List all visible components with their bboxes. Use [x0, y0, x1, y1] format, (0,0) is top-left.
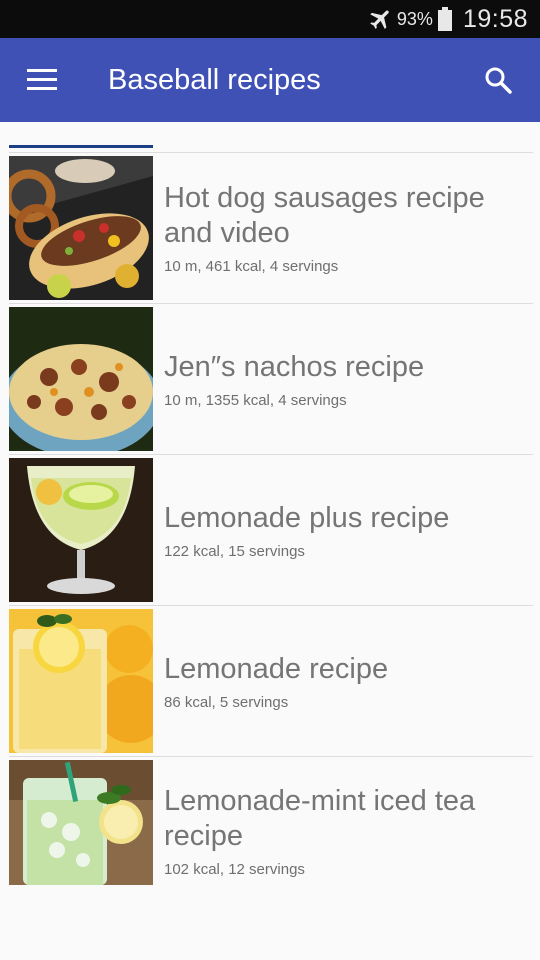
- recipe-title: Lemonade plus recipe: [164, 501, 450, 534]
- partial-thumbnail: [9, 145, 153, 148]
- app-title: Baseball recipes: [108, 63, 321, 96]
- recipe-title: Hot dog sausages recipe and video: [164, 182, 485, 249]
- search-button[interactable]: [456, 38, 540, 122]
- list-item[interactable]: Lemonade recipe 86 kcal, 5 servings: [9, 606, 533, 756]
- hamburger-menu-icon: [27, 69, 57, 90]
- airplane-mode-icon: [370, 10, 389, 29]
- recipe-title: Lemonade-mint iced tea recipe: [164, 785, 476, 852]
- clock: 19:58: [462, 4, 528, 33]
- recipe-meta: 10 m, 461 kcal, 4 servings: [164, 258, 339, 275]
- recipe-meta: 86 kcal, 5 servings: [164, 693, 289, 711]
- recipe-thumbnail-hot-dog: [9, 156, 153, 300]
- battery-icon: [437, 7, 452, 31]
- status-bar: 93% 19:58: [0, 0, 540, 38]
- list-item[interactable]: Lemonade plus recipe 122 kcal, 15 servin…: [9, 455, 533, 605]
- recipe-list[interactable]: Hot dog sausages recipe and video 10 m, …: [0, 122, 540, 960]
- partial-list-item[interactable]: [9, 122, 153, 150]
- menu-button[interactable]: [0, 38, 84, 122]
- recipe-thumbnail-lemonade-mint-iced-tea: [9, 760, 153, 885]
- app-bar: Baseball recipes: [0, 38, 540, 122]
- recipe-title: Jen″s nachos recipe: [164, 350, 425, 383]
- recipe-thumbnail-nachos: [9, 307, 153, 451]
- battery-percent: 93%: [396, 8, 433, 29]
- list-item[interactable]: Hot dog sausages recipe and video 10 m, …: [9, 153, 533, 303]
- list-item[interactable]: Lemonade-mint iced tea recipe 102 kcal, …: [9, 757, 533, 907]
- recipe-title: Lemonade recipe: [164, 652, 389, 685]
- recipe-thumbnail-lemonade: [9, 609, 153, 753]
- recipe-meta: 10 m, 1355 kcal, 4 servings: [164, 391, 347, 409]
- list-item[interactable]: Jen″s nachos recipe 10 m, 1355 kcal, 4 s…: [9, 304, 533, 454]
- recipe-thumbnail-lemonade-plus: [9, 458, 153, 602]
- search-icon: [485, 67, 512, 94]
- recipe-meta: 122 kcal, 15 servings: [164, 542, 305, 560]
- recipe-meta: 102 kcal, 12 servings: [164, 861, 305, 878]
